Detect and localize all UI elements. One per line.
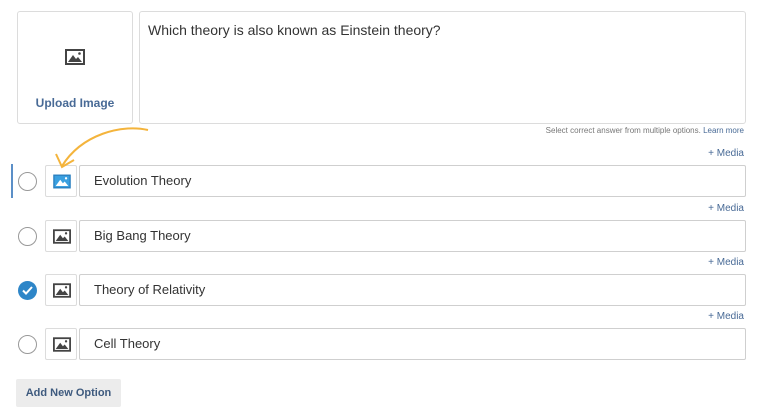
image-icon bbox=[53, 337, 71, 352]
option-media-button[interactable] bbox=[45, 220, 77, 252]
option-row: Cell Theory bbox=[0, 327, 757, 361]
highlight-arrow-icon bbox=[55, 127, 149, 169]
image-icon bbox=[53, 229, 71, 244]
option-radio-checked[interactable] bbox=[18, 281, 37, 300]
checkmark-icon bbox=[22, 286, 33, 295]
option-media-button[interactable] bbox=[45, 274, 77, 306]
option-radio[interactable] bbox=[18, 227, 37, 246]
option-text-input[interactable]: Cell Theory bbox=[79, 328, 746, 360]
option-text-input[interactable]: Evolution Theory bbox=[79, 165, 746, 197]
option-row: Theory of Relativity bbox=[0, 273, 757, 307]
option-radio[interactable] bbox=[18, 172, 37, 191]
image-icon bbox=[65, 49, 85, 70]
image-icon bbox=[53, 174, 71, 189]
upload-image-button[interactable]: Upload Image bbox=[17, 11, 133, 124]
question-input[interactable]: Which theory is also known as Einstein t… bbox=[139, 11, 746, 124]
learn-more-link[interactable]: Learn more bbox=[703, 126, 744, 135]
upload-image-label: Upload Image bbox=[35, 96, 115, 110]
add-media-link[interactable]: + Media bbox=[708, 311, 744, 322]
active-indicator bbox=[11, 164, 13, 198]
add-media-link[interactable]: + Media bbox=[708, 257, 744, 268]
option-row: Big Bang Theory bbox=[0, 219, 757, 253]
option-text-input[interactable]: Theory of Relativity bbox=[79, 274, 746, 306]
add-media-link[interactable]: + Media bbox=[708, 203, 744, 214]
add-new-option-button[interactable]: Add New Option bbox=[16, 379, 121, 407]
add-media-link[interactable]: + Media bbox=[708, 148, 744, 159]
option-text-input[interactable]: Big Bang Theory bbox=[79, 220, 746, 252]
option-radio[interactable] bbox=[18, 335, 37, 354]
image-icon bbox=[53, 283, 71, 298]
hint-text: Select correct answer from multiple opti… bbox=[546, 126, 744, 135]
option-media-button[interactable] bbox=[45, 328, 77, 360]
hint-label: Select correct answer from multiple opti… bbox=[545, 126, 701, 135]
